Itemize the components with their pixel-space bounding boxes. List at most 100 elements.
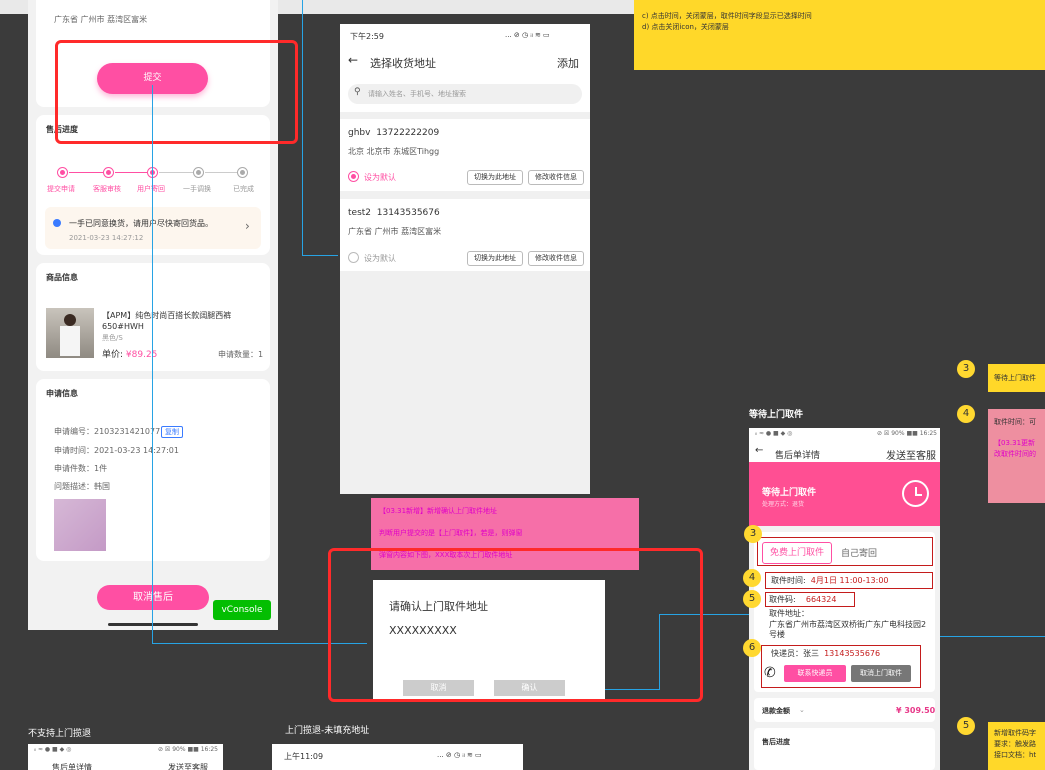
refund-label: 退款金额 [762,707,790,715]
goods-spec: 黑色/S [102,334,123,342]
goods-name: 【APM】纯色时尚百搭长款阔腿西裤 650#HWH [102,311,232,331]
set-default-label-1: 设为默认 [364,173,396,182]
address-item-2[interactable]: test2 13143535676 广东省 广州市 荔湾区富米 设为默认 切换为… [340,199,590,271]
right-badge-4: 4 [957,405,975,423]
code-annotation-box [765,592,855,607]
badge-4: 4 [743,569,761,587]
pink-note-line-2: 判断用户提交的是【上门取件】，若是，则弹窗 [379,529,523,537]
address-detail-2: 广东省 广州市 荔湾区富米 [348,227,442,236]
apply-count: 申请件数：1件 [54,464,108,473]
detail-title: 售后单详情 [775,451,821,461]
right-note-3: 等待上门取件 [988,364,1045,392]
top-note-line-1: c) 点击时间，关闭蒙层，取件时间字段显示已选择时间 [642,12,812,20]
goods-card: 商品信息 【APM】纯色时尚百搭长款阔腿西裤 650#HWH 黑色/S 单价: … [36,263,270,371]
progress-title: 售后进度 [762,738,790,746]
tab-annotation-box [757,537,933,566]
radio-checked-icon[interactable] [348,171,359,182]
copy-button[interactable]: 复制 [161,426,183,438]
chevron-down-icon[interactable]: ⌄ [799,706,805,714]
time-annotation-box [765,572,933,589]
back-arrow-icon[interactable]: ← [348,53,358,67]
notice-box[interactable]: 一手已同意换货，请用户尽快寄回货品。 2021-03-23 14:27:12 › [45,207,261,249]
banner-subtitle: 处理方式：退货 [762,501,805,508]
pickup-label: 等待上门取件 [749,410,804,420]
badge-3: 3 [744,525,762,543]
bottom-phone-a: ᵢₗ ≈ ● ■ ◆ ◎ ⊘ ☒ 90% ■■ 16:25 售后单详情 发送至客… [28,744,223,770]
address-detail-1: 北京 北京市 东城区Tihgg [348,147,440,156]
apply-qty: 申请数量：1 [218,350,264,359]
status-banner: 等待上门取件 处理方式：退货 [749,462,940,526]
pink-note-line-1: 【03.31新增】新增确认上门取件地址 [379,507,498,515]
bottom-label-a: 不支持上门揽退 [28,729,92,739]
step-dot-4 [193,167,204,178]
problem-image[interactable] [54,499,106,551]
goods-thumbnail [46,308,94,358]
price-row: 单价: ¥89.25 [102,347,157,360]
search-input[interactable]: 请输入姓名、手机号、地址搜索 [368,89,466,99]
apply-title: 申请信息 [46,389,78,398]
refund-amount: ¥ 309.50 [896,706,936,715]
flow-line [302,255,338,256]
right-badge-5: 5 [957,717,975,735]
status-time: 下午2:59 [350,32,384,41]
back-arrow-icon[interactable]: ← [755,445,763,456]
home-indicator [108,623,198,626]
send-to-service-button[interactable]: 发送至客服 [886,447,936,462]
bottom-label-b: 上门揽退-未填充地址 [285,726,370,736]
edit-address-button-2[interactable]: 修改收件信息 [528,251,584,266]
pickup-address-label: 取件地址： [769,609,809,618]
right-note-5: 新增取件码字 要求：触发路 接口文档：ht [988,722,1045,770]
step-label-4: 一手调换 [183,185,211,193]
edit-address-button-1[interactable]: 修改收件信息 [528,170,584,185]
address-item-1[interactable]: ghbv 13722222209 北京 北京市 东城区Tihgg 设为默认 切换… [340,119,590,191]
clock-icon [902,480,929,507]
switch-address-button-2[interactable]: 切换为此地址 [467,251,523,266]
problem-desc: 问题描述：韩国 [54,482,110,491]
dialog-highlight [328,548,703,702]
price-label: 单价: [102,350,126,360]
step-label-2: 客服审核 [93,185,121,193]
banner-title: 等待上门取件 [762,488,817,498]
apply-no: 2103231421077 [94,427,161,436]
switch-address-button-1[interactable]: 切换为此地址 [467,170,523,185]
status-left-icons: ᵢₗ ≈ ● ■ ◆ ◎ [755,430,793,437]
step-dot-5 [237,167,248,178]
search-box[interactable]: ⚲ 请输入姓名、手机号、地址搜索 [348,84,582,104]
badge-6: 6 [743,639,761,657]
step-label-1: 提交申请 [47,185,75,193]
bottom-phone-b: 上午11:09 ... ⊘ ◷ ᵢₗ ≋ ▭ [272,744,523,770]
pickup-address: 广东省广州市荔湾区双桥街广东广电科技园2号楼 [769,620,927,639]
flow-line [302,0,303,256]
apply-card: 申请信息 申请编号：2103231421077 复制 申请时间：2021-03-… [36,379,270,561]
apply-time: 申请时间：2021-03-23 14:27:01 [54,446,179,455]
set-default-label-2: 设为默认 [364,254,396,263]
notice-dot-icon [53,219,61,227]
step-label-5: 已完成 [233,185,254,193]
status-icons: ... ⊘ ◷ ᵢₗ ≋ ▭ [505,31,550,39]
right-badge-3: 3 [957,360,975,378]
notice-time: 2021-03-23 14:27:12 [69,234,144,242]
flow-line [152,85,153,644]
badge-5: 5 [743,590,761,608]
address-name-2: test2 13143535676 [348,208,440,218]
flow-line [940,636,1045,637]
vconsole-button[interactable]: vConsole [213,600,271,620]
radio-unchecked-icon[interactable] [348,252,359,263]
address-text: 广东省 广州市 荔湾区富米 [54,15,148,24]
step-dot-1 [57,167,68,178]
add-address-button[interactable]: 添加 [557,55,579,71]
top-note-line-2: d) 点击关闭icon，关闭蒙层 [642,23,729,31]
search-icon: ⚲ [354,87,361,97]
step-dot-2 [103,167,114,178]
notice-text: 一手已同意换货，请用户尽快寄回货品。 [69,219,213,228]
address-name-1: ghbv 13722222209 [348,128,440,138]
status-right-icons: ⊘ ☒ 90% ■■ 16:25 [877,430,937,437]
right-note-4: 取件时间：可 【03.31更新 改取件时间的 [988,409,1045,503]
top-note: c) 点击时间，关闭蒙层，取件时间字段显示已选择时间 d) 点击关闭icon，关… [634,0,1045,70]
goods-title: 商品信息 [46,273,78,282]
cancel-aftersale-button[interactable]: 取消售后 [97,585,209,610]
chevron-right-icon: › [245,219,250,233]
address-phone: 下午2:59 ... ⊘ ◷ ᵢₗ ≋ ▭ ← 选择收货地址 添加 ⚲ 请输入姓… [340,24,590,494]
apply-no-row: 申请编号：2103231421077 [54,427,161,436]
step-label-3: 用户寄回 [137,185,165,193]
